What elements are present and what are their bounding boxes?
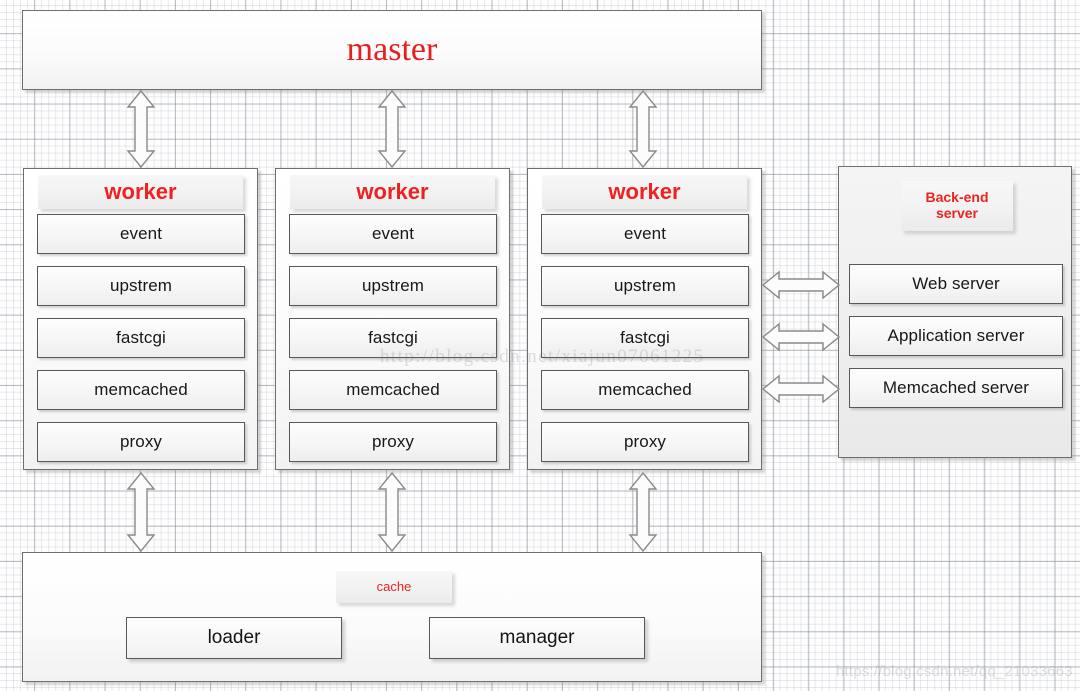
cache-manager-box[interactable]: manager xyxy=(429,617,645,659)
worker-panel-3[interactable]: worker event upstrem fastcgi memcached p… xyxy=(527,168,762,470)
cache-title: cache xyxy=(336,571,452,603)
worker-module-memcached-2[interactable]: memcached xyxy=(289,370,497,410)
arrow-worker-to-backend-2 xyxy=(761,322,841,352)
cache-loader-box[interactable]: loader xyxy=(126,617,342,659)
backend-application-server[interactable]: Application server xyxy=(849,316,1063,356)
diagram-canvas: master worker event upstrem fastcgi memc… xyxy=(0,0,1080,691)
worker-module-event-3[interactable]: event xyxy=(541,214,749,254)
arrow-worker-to-cache-3 xyxy=(628,471,658,553)
worker-module-upstrem-1[interactable]: upstrem xyxy=(37,266,245,306)
arrow-worker-to-backend-3 xyxy=(761,374,841,404)
backend-title: Back-end server xyxy=(901,181,1013,231)
worker-module-proxy-3[interactable]: proxy xyxy=(541,422,749,462)
worker-module-upstrem-2[interactable]: upstrem xyxy=(289,266,497,306)
worker-panel-2[interactable]: worker event upstrem fastcgi memcached p… xyxy=(275,168,510,470)
backend-memcached-server[interactable]: Memcached server xyxy=(849,368,1063,408)
worker-module-fastcgi-3[interactable]: fastcgi xyxy=(541,318,749,358)
arrow-worker-to-backend-1 xyxy=(761,270,841,300)
worker-title-2: worker xyxy=(290,175,495,209)
worker-module-proxy-1[interactable]: proxy xyxy=(37,422,245,462)
worker-module-memcached-3[interactable]: memcached xyxy=(541,370,749,410)
worker-module-fastcgi-2[interactable]: fastcgi xyxy=(289,318,497,358)
backend-title-line2: server xyxy=(935,205,979,221)
backend-title-line1: Back-end xyxy=(925,189,989,206)
worker-module-event-1[interactable]: event xyxy=(37,214,245,254)
master-label: master xyxy=(346,31,438,68)
cache-panel[interactable]: cache loader manager xyxy=(22,552,762,682)
worker-title-1: worker xyxy=(38,175,243,209)
worker-module-memcached-1[interactable]: memcached xyxy=(37,370,245,410)
worker-title-3: worker xyxy=(542,175,747,209)
arrow-worker-to-cache-2 xyxy=(377,471,407,553)
watermark-corner: https://blog.csdn.net/qq_21033663 xyxy=(836,663,1073,680)
arrow-master-to-worker-3 xyxy=(628,89,658,169)
worker-panel-1[interactable]: worker event upstrem fastcgi memcached p… xyxy=(23,168,258,470)
master-panel[interactable]: master xyxy=(22,10,762,90)
backend-panel[interactable]: Back-end server Web server Application s… xyxy=(838,166,1072,458)
worker-module-event-2[interactable]: event xyxy=(289,214,497,254)
worker-module-upstrem-3[interactable]: upstrem xyxy=(541,266,749,306)
worker-module-proxy-2[interactable]: proxy xyxy=(289,422,497,462)
arrow-worker-to-cache-1 xyxy=(126,471,156,553)
backend-web-server[interactable]: Web server xyxy=(849,264,1063,304)
arrow-master-to-worker-1 xyxy=(126,89,156,169)
arrow-master-to-worker-2 xyxy=(377,89,407,169)
worker-module-fastcgi-1[interactable]: fastcgi xyxy=(37,318,245,358)
